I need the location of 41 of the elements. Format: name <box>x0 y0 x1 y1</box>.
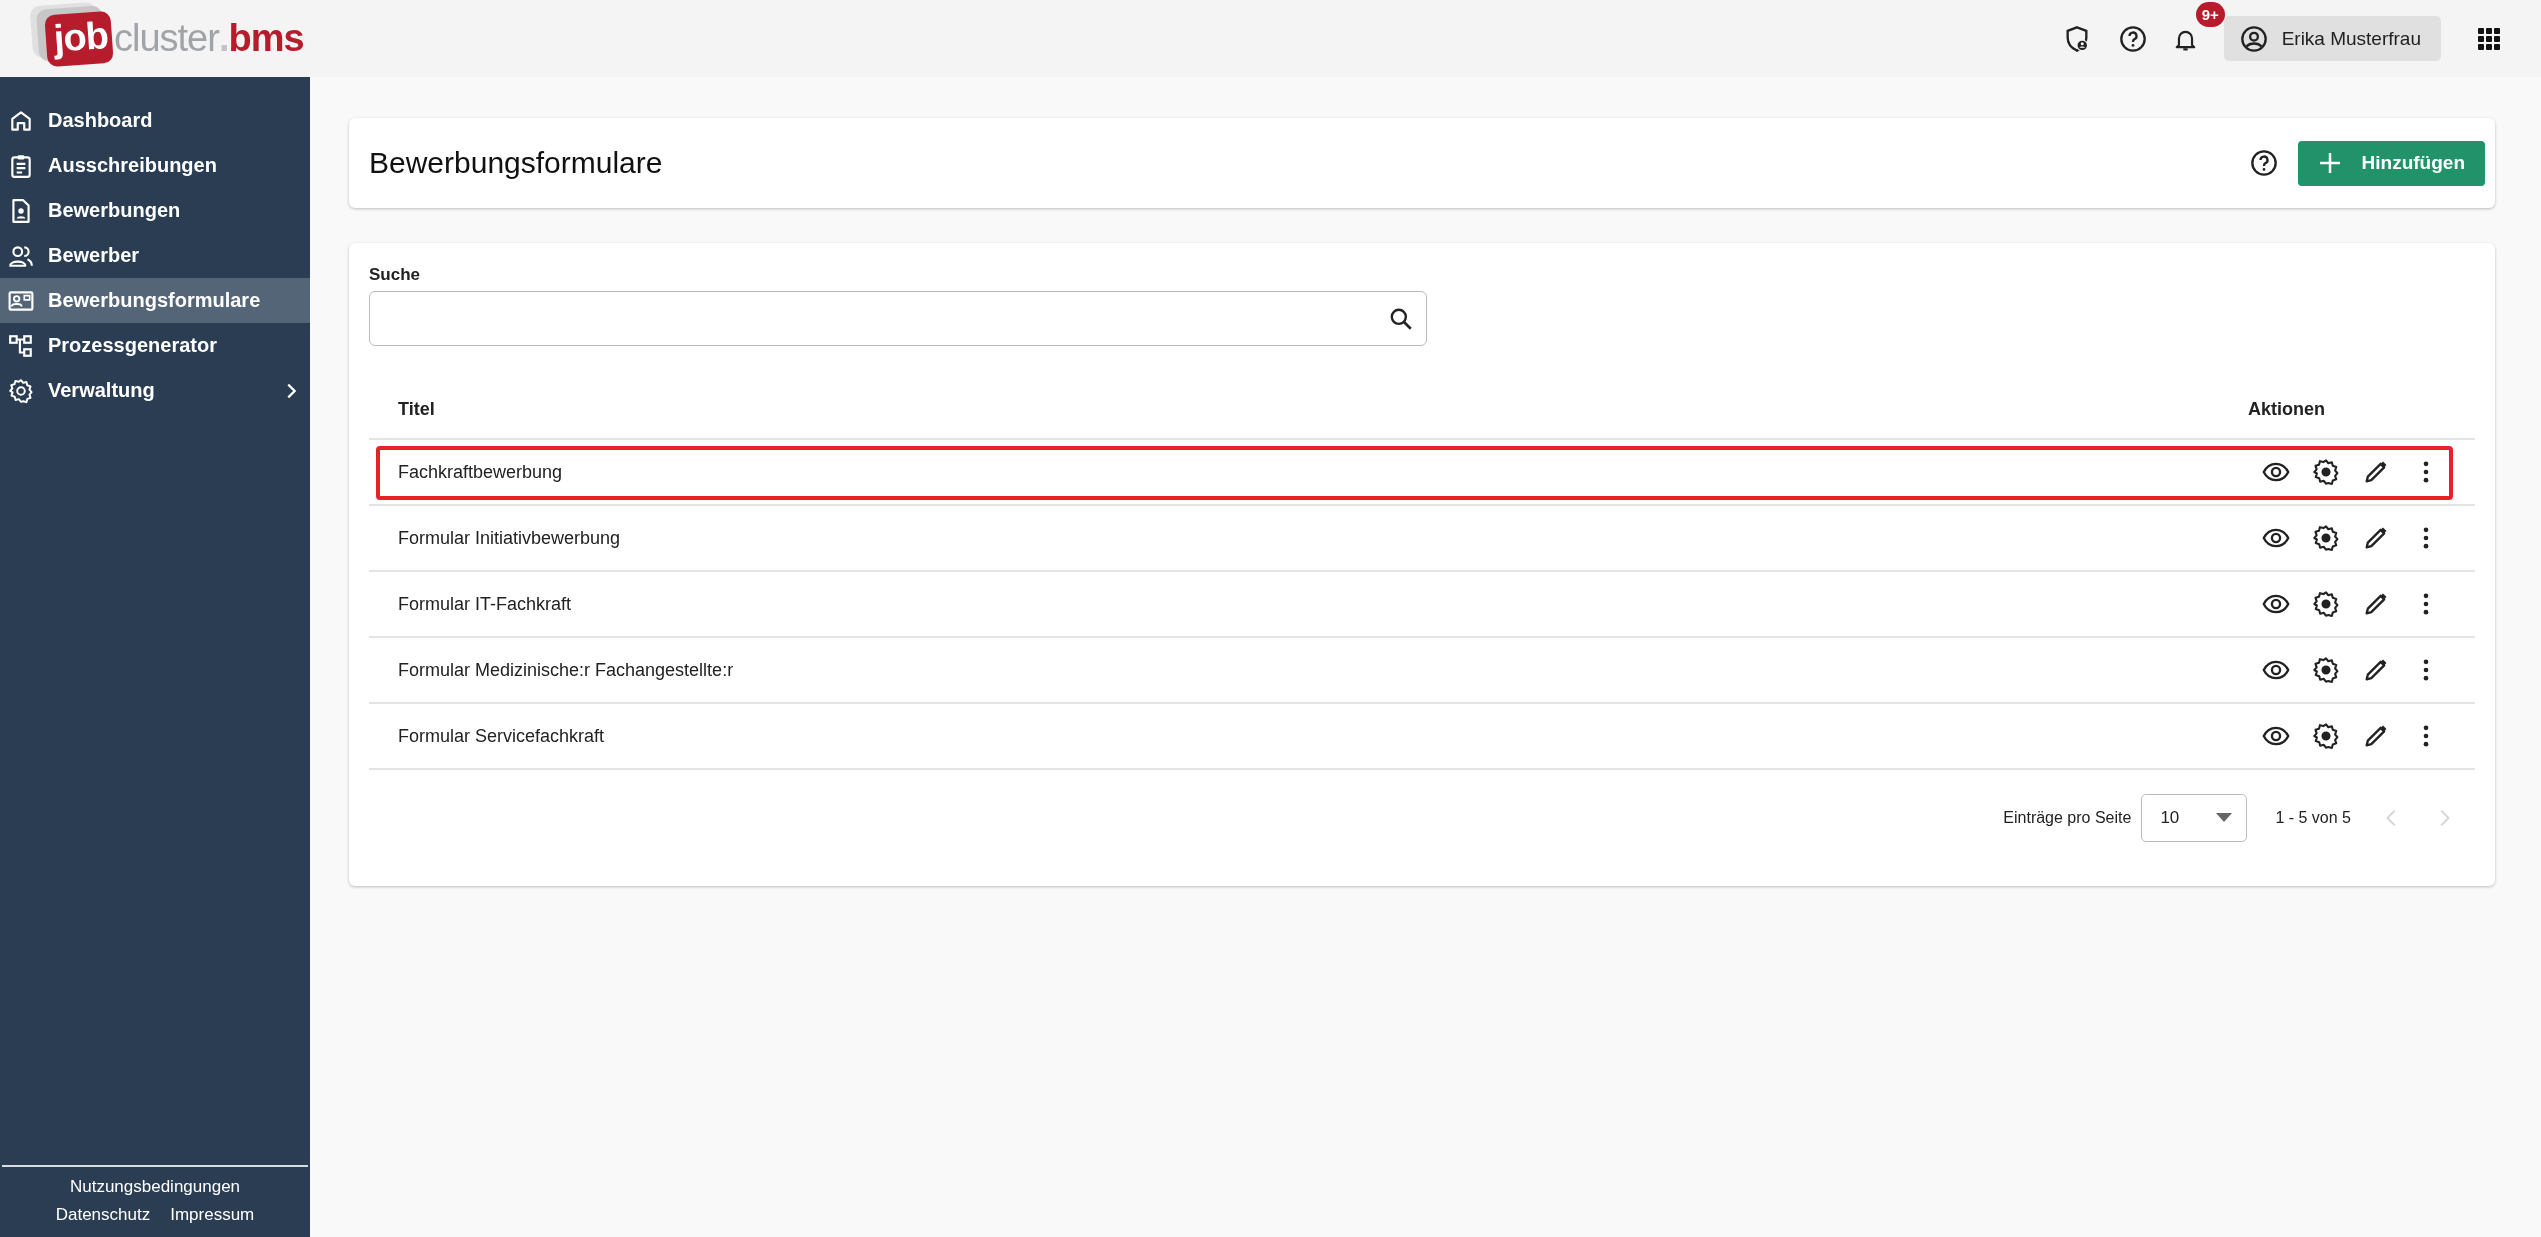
table-cell-text: Fachkraftbewerbung <box>398 461 564 483</box>
flowchart-icon <box>8 332 34 359</box>
search-field[interactable] <box>369 291 1427 346</box>
page-range: 1 - 5 von 5 <box>2275 809 2351 827</box>
help-icon[interactable] <box>2118 24 2147 53</box>
page-title: Bewerbungsformulare <box>369 146 664 180</box>
table-cell-text: Formular Servicefachkraft <box>398 725 606 747</box>
footer-link[interactable]: Impressum <box>170 1205 255 1225</box>
column-header: Aktionen <box>2248 398 2325 420</box>
settings-icon <box>8 377 34 404</box>
logo[interactable]: job cluster.bms <box>26 12 304 65</box>
search-label: Suche <box>369 265 422 285</box>
nav-item[interactable]: Dashboard <box>0 98 310 143</box>
page-size-select[interactable]: 10 <box>2141 794 2248 842</box>
help-icon[interactable] <box>2249 149 2278 177</box>
settings-icon[interactable] <box>2312 458 2340 486</box>
table-cell-text: Formular IT-Fachkraft <box>398 593 573 615</box>
user-menu-button[interactable]: Erika Musterfrau <box>2223 16 2441 61</box>
nav-item[interactable]: Bewerbungsformulare <box>0 278 310 323</box>
apps-grid-icon[interactable] <box>2477 26 2501 51</box>
add-button[interactable]: Hinzufügen <box>2297 140 2485 186</box>
notification-badge: 9+ <box>2195 1 2225 27</box>
settings-icon[interactable] <box>2312 722 2340 750</box>
table-cell-text: Formular Initiativbewerbung <box>398 527 622 549</box>
plus-icon <box>2317 151 2342 175</box>
table-cell-text: Formular Medizinische:r Fachangestellte:r <box>398 659 735 681</box>
settings-icon[interactable] <box>2312 656 2340 684</box>
footer-link[interactable]: Datenschutz <box>55 1205 151 1225</box>
nav-item[interactable]: Bewerbungen <box>0 188 310 233</box>
page-size-label: Einträge pro Seite <box>2003 809 2132 827</box>
footer-link[interactable]: Nutzungsbedingungen <box>69 1177 241 1197</box>
user-icon <box>2239 24 2268 53</box>
column-header: Titel <box>398 398 436 420</box>
nav-item[interactable]: Verwaltung <box>0 368 310 413</box>
settings-icon[interactable] <box>2312 590 2340 618</box>
nav-item[interactable]: Bewerber <box>0 233 310 278</box>
caret-icon <box>2216 813 2233 823</box>
nav-item[interactable]: Prozessgenerator <box>0 323 310 368</box>
settings-icon[interactable] <box>2312 524 2340 552</box>
clipboard-icon <box>8 152 34 179</box>
nav-item[interactable]: Ausschreibungen <box>0 143 310 188</box>
